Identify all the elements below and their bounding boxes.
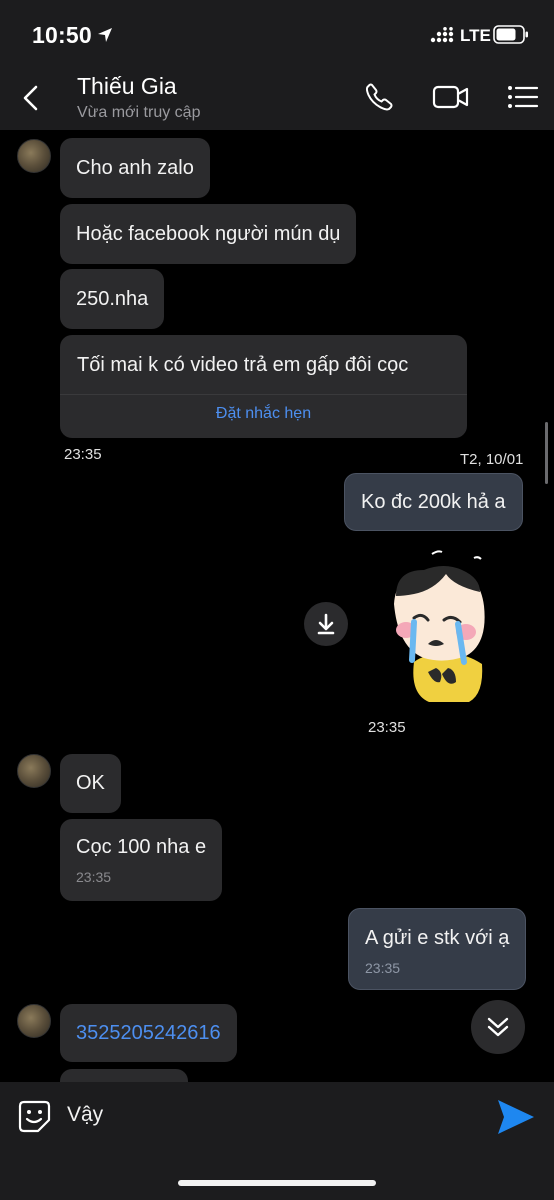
message-text: Ko đc 200k hả a [361,491,506,513]
message-bubble-incoming[interactable]: Cọc 100 nha e 23:35 [60,819,223,901]
message-bubble-incoming[interactable]: Tối mai k có video trả em gấp đôi cọc Đặ… [60,335,467,438]
double-chevron-down-icon [487,1017,509,1037]
message-text: Cho anh zalo [76,157,194,179]
set-reminder-button[interactable]: Đặt nhắc hẹn [60,405,467,423]
chevron-left-icon[interactable] [18,84,42,112]
list-menu-icon[interactable] [507,82,539,112]
message-time: 23:35 [368,719,406,736]
message-bubble-outgoing[interactable]: A gửi e stk với ạ 23:35 [348,908,527,990]
message-text: Cọc 100 nha e [76,836,207,858]
status-time: 10:50 [32,22,92,48]
avatar[interactable] [17,139,51,173]
message-list[interactable]: Cho anh zalo Hoặc facebook người mún dụ … [0,130,554,1082]
download-button[interactable] [304,602,348,646]
scroll-to-bottom-button[interactable] [471,1000,525,1054]
message-bubble-incoming[interactable]: Hoặc facebook người mún dụ [60,204,357,264]
message-bubble-incoming[interactable]: 3525205242616 [60,1004,237,1062]
divider [60,394,467,395]
message-text: Hoặc facebook người mún dụ [76,223,341,245]
message-time: 23:35 [76,869,112,885]
download-icon [317,613,335,635]
signal-strength-icon [430,27,454,43]
message-text: A gửi e stk với ạ [365,927,510,949]
message-time: 23:35 [64,446,102,463]
message-bubble-outgoing[interactable]: Ko đc 200k hả a [344,473,523,531]
avatar[interactable] [17,754,51,788]
message-bubble-incoming[interactable] [60,1069,188,1082]
avatar[interactable] [17,1004,51,1038]
crying-sticker[interactable] [384,544,494,708]
chat-header: Thiếu Gia Vừa mới truy cập [0,66,554,130]
video-camera-icon[interactable] [432,82,470,112]
phone-icon[interactable] [364,82,394,112]
home-indicator [178,1180,376,1186]
emoji-sticker-icon[interactable] [18,1100,51,1133]
message-time: 23:35 [365,960,401,976]
date-separator: T2, 10/01 [460,451,524,468]
location-arrow-icon [98,28,112,42]
message-text: 250.nha [76,288,149,310]
network-type: LTE [460,26,491,45]
phone-number-link[interactable]: 3525205242616 [76,1004,221,1062]
message-input[interactable]: Vậy [67,1103,103,1127]
message-text: Tối mai k có video trả em gấp đôi cọc [77,354,409,376]
contact-status: Vừa mới truy cập [77,104,201,121]
message-bubble-incoming[interactable]: Cho anh zalo [60,138,210,198]
message-text: OK [76,772,105,794]
status-bar: 10:50 LTE [0,0,554,66]
battery-icon [493,25,528,44]
scrollbar[interactable] [545,422,548,484]
message-bubble-incoming[interactable]: 250.nha [60,269,165,329]
send-icon[interactable] [496,1098,536,1136]
contact-name[interactable]: Thiếu Gia [77,73,177,100]
message-bubble-incoming[interactable]: OK [60,754,121,813]
